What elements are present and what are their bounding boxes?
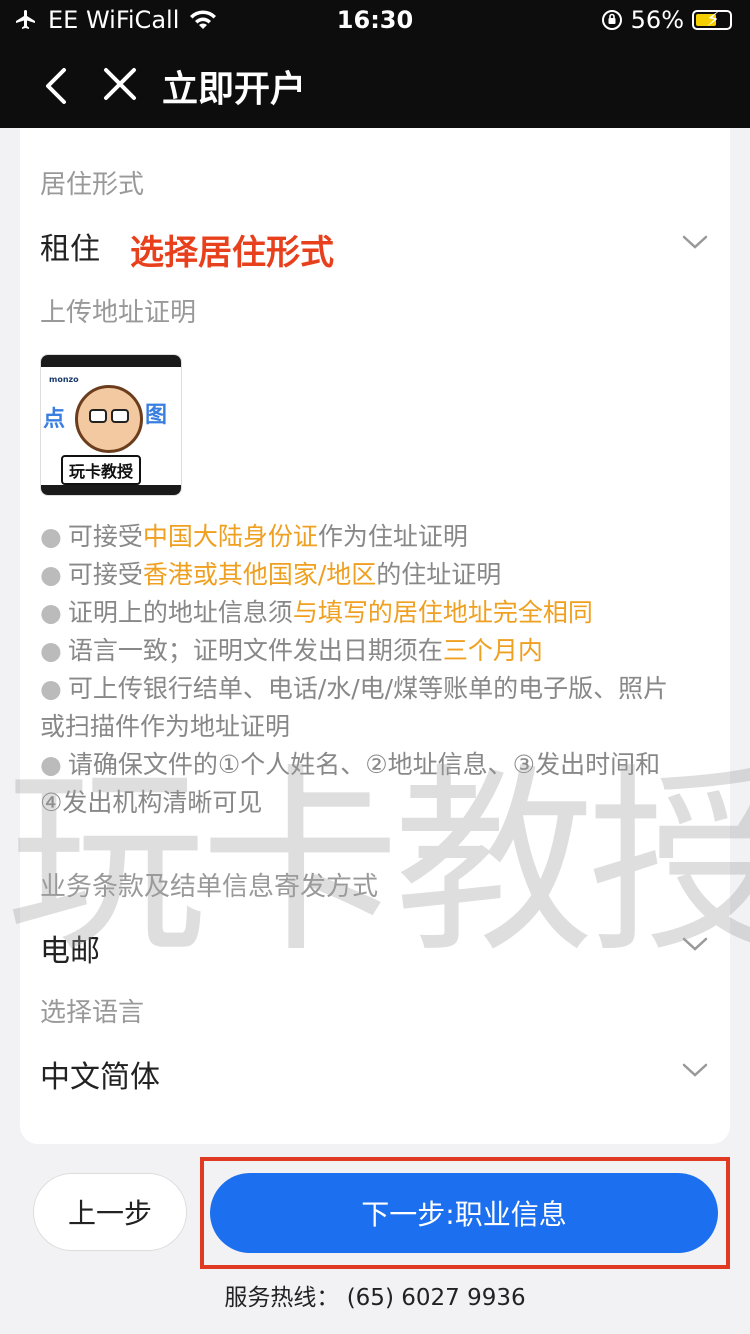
language-label: 选择语言 bbox=[40, 998, 145, 1028]
thumb-badge: 玩卡教授 bbox=[61, 455, 142, 485]
battery-percent: 56% bbox=[630, 6, 684, 34]
thumb-glyph-right: 图 bbox=[145, 403, 168, 428]
residence-label: 居住形式 bbox=[40, 170, 145, 200]
list-item: ● 语言一致；证明文件发出日期须在三个月内 bbox=[40, 636, 543, 665]
address-proof-thumbnail[interactable]: monzo 点 图 玩卡教授 bbox=[40, 354, 182, 496]
language-value: 中文简体 bbox=[40, 1060, 160, 1095]
residence-hint: 选择居住形式 bbox=[130, 233, 334, 273]
list-item: ● 可接受中国大陆身份证作为住址证明 bbox=[40, 522, 468, 551]
chevron-down-icon bbox=[682, 1063, 708, 1077]
list-item: ● 请确保文件的①个人姓名、②地址信息、③发出时间和 bbox=[40, 750, 661, 779]
list-item: ● 证明上的地址信息须与填写的居住地址完全相同 bbox=[40, 598, 593, 627]
residence-value: 租住 bbox=[40, 232, 100, 267]
battery-icon: ⚡ bbox=[692, 9, 732, 30]
back-icon[interactable] bbox=[38, 64, 78, 108]
next-step-button[interactable]: 下一步:职业信息 bbox=[210, 1173, 718, 1253]
form-card: 居住形式 租住 选择居住形式 上传地址证明 monzo 点 图 玩卡教授 ● 可接… bbox=[20, 128, 730, 1144]
thumb-brand: monzo bbox=[49, 375, 79, 384]
status-bar: EE WiFiCall 16:30 56% ⚡ bbox=[0, 0, 750, 42]
upload-label: 上传地址证明 bbox=[40, 298, 197, 328]
delivery-label: 业务条款及结单信息寄发方式 bbox=[40, 872, 379, 902]
list-item-continued: ④发出机构清晰可见 bbox=[40, 788, 263, 817]
thumb-glyph-left: 点 bbox=[43, 407, 66, 432]
address-proof-notes: ● 可接受中国大陆身份证作为住址证明 ● 可接受香港或其他国家/地区的住址证明 ● 证… bbox=[40, 518, 720, 822]
list-item: ● 可接受香港或其他国家/地区的住址证明 bbox=[40, 560, 502, 589]
close-icon[interactable] bbox=[100, 62, 140, 106]
orientation-lock-icon bbox=[601, 10, 622, 30]
previous-step-button[interactable]: 上一步 bbox=[33, 1173, 187, 1251]
list-item-continued: 或扫描件作为地址证明 bbox=[40, 712, 291, 741]
page-title: 立即开户 bbox=[162, 69, 307, 110]
chevron-down-icon bbox=[682, 235, 708, 249]
service-hotline[interactable]: 服务热线： (65) 6027 9936 bbox=[0, 1278, 750, 1312]
nav-bar: 立即开户 bbox=[0, 42, 750, 128]
list-item: ● 可上传银行结单、电话/水/电/煤等账单的电子版、照片 bbox=[40, 674, 669, 703]
chevron-down-icon bbox=[682, 937, 708, 951]
avatar bbox=[75, 385, 143, 453]
delivery-value: 电邮 bbox=[40, 934, 100, 969]
